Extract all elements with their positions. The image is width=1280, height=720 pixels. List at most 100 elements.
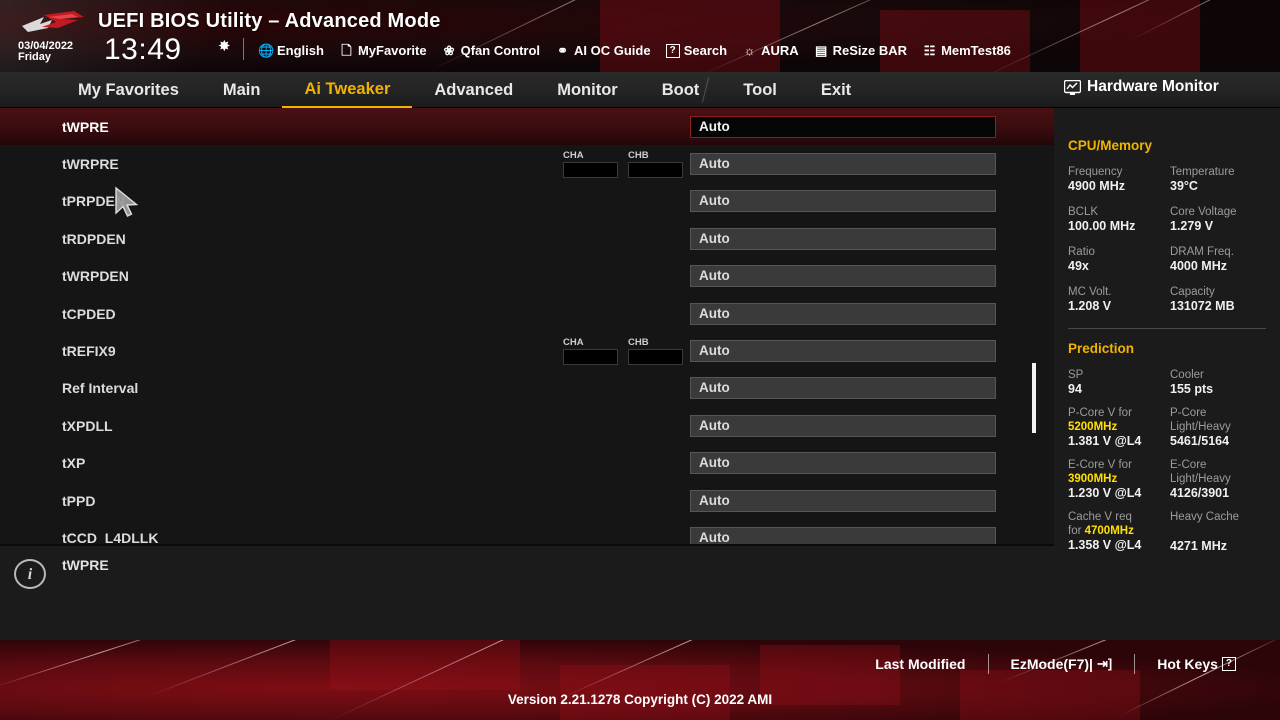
- setting-label: Ref Interval: [62, 380, 138, 396]
- gear-icon[interactable]: ✸: [218, 37, 231, 55]
- tab-main[interactable]: Main: [201, 72, 283, 108]
- setting-row[interactable]: tXP Auto: [0, 445, 1054, 482]
- hwm-key-dram-freq: DRAM Freq.: [1170, 245, 1266, 259]
- tab-monitor[interactable]: Monitor: [535, 72, 639, 108]
- setting-value-field[interactable]: Auto: [690, 153, 996, 175]
- version-text: Version 2.21.1278 Copyright (C) 2022 AMI: [0, 692, 1280, 707]
- tool-label: English: [277, 43, 324, 58]
- channel-b-cell: CHB: [628, 150, 683, 178]
- setting-value-field[interactable]: Auto: [690, 190, 996, 212]
- hwm-key-bclk: BCLK: [1068, 205, 1164, 219]
- setting-label: tWPRE: [62, 119, 109, 135]
- setting-row[interactable]: tWRPDENAuto: [0, 258, 1054, 295]
- hwm-key-cache-v: Cache V req: [1068, 510, 1164, 524]
- setting-value-field[interactable]: Auto: [690, 265, 996, 287]
- scrollbar-thumb[interactable]: [1032, 363, 1036, 433]
- bottom-bar: Last Modified EzMode(F7)| ⇥] Hot Keys ?: [0, 640, 1280, 720]
- setting-label: tXPDLL: [62, 418, 113, 434]
- tool-search[interactable]: ? Search: [666, 43, 727, 58]
- hwm-value-bclk: 100.00 MHz: [1068, 219, 1164, 234]
- setting-row[interactable]: tWRPRECHACHBAuto: [0, 145, 1054, 182]
- hwm-value-ecore-v: 1.230 V @L4: [1068, 486, 1164, 501]
- tool-english[interactable]: 🌐 English: [258, 43, 324, 58]
- setting-row[interactable]: tCCD_L4DLLKAuto: [0, 519, 1054, 544]
- hwm-key-ecore: E-Core: [1170, 458, 1266, 472]
- tab-advanced[interactable]: Advanced: [412, 72, 535, 108]
- tool-label: AURA: [761, 43, 799, 58]
- hwm-pair: Heavy Cache 4271 MHz: [1170, 510, 1266, 554]
- setting-row[interactable]: Ref Interval Auto: [0, 370, 1054, 407]
- top-header: UEFI BIOS Utility – Advanced Mode 03/04/…: [0, 0, 1280, 72]
- tab-my-favorites[interactable]: My Favorites: [56, 72, 201, 108]
- setting-value-field[interactable]: Auto: [690, 527, 996, 544]
- ezmode-button[interactable]: EzMode(F7)| ⇥]: [989, 656, 1135, 672]
- monitor-icon: [1064, 80, 1081, 95]
- tool-aura[interactable]: ☼ AURA: [742, 43, 799, 58]
- setting-value-field[interactable]: Auto: [690, 116, 996, 138]
- tool-myfavorite[interactable]: 🗋 MyFavorite: [339, 43, 427, 58]
- hwm-cpu-memory-grid: Frequency 4900 MHz Temperature 39°C BCLK…: [1068, 165, 1266, 314]
- setting-label: tXP: [62, 455, 85, 471]
- channel-group: CHA CHB: [563, 150, 683, 178]
- tool-ai-oc-guide[interactable]: ⚭ AI OC Guide: [555, 43, 651, 58]
- setting-label: tCPDED: [62, 306, 116, 322]
- channel-b-box[interactable]: [628, 162, 683, 178]
- tool-memtest86[interactable]: ☷ MemTest86: [922, 43, 1011, 58]
- hwm-value-heavy-cache: 4271 MHz: [1170, 539, 1266, 554]
- setting-value-field[interactable]: Auto: [690, 452, 996, 474]
- setting-value-field[interactable]: Auto: [690, 415, 996, 437]
- hwm-pair: MC Volt. 1.208 V: [1068, 285, 1164, 314]
- clock-value: 13:49: [104, 33, 182, 67]
- setting-label: tPPD: [62, 493, 95, 509]
- globe-icon: 🌐: [258, 43, 273, 58]
- setting-row[interactable]: tRDPDENAuto: [0, 220, 1054, 257]
- channel-a-cell: CHA: [563, 150, 618, 178]
- tab-tool[interactable]: Tool: [721, 72, 799, 108]
- tool-qfan-control[interactable]: ❀ Qfan Control: [442, 43, 540, 58]
- tab-boot[interactable]: Boot: [640, 72, 722, 108]
- hwm-key-cache-for: for 4700MHz: [1068, 524, 1164, 538]
- tool-resize-bar[interactable]: ▤ ReSize BAR: [814, 43, 907, 58]
- hwm-pair: Frequency 4900 MHz: [1068, 165, 1164, 194]
- hwm-value-ecore-lightheavy: 4126/3901: [1170, 486, 1266, 501]
- setting-value-field[interactable]: Auto: [690, 490, 996, 512]
- hwm-pair: E-Core V for 3900MHz 1.230 V @L4: [1068, 458, 1164, 501]
- setting-value-field[interactable]: Auto: [690, 303, 996, 325]
- hwm-divider: [1068, 328, 1266, 329]
- setting-value-field[interactable]: Auto: [690, 228, 996, 250]
- hwm-key-mc-volt: MC Volt.: [1068, 285, 1164, 299]
- hwm-pair: P-Core V for 5200MHz 1.381 V @L4: [1068, 406, 1164, 449]
- bios-screen: UEFI BIOS Utility – Advanced Mode 03/04/…: [0, 0, 1280, 720]
- hwm-pair: Capacity 131072 MB: [1170, 285, 1266, 314]
- setting-value-field[interactable]: Auto: [690, 377, 996, 399]
- setting-row[interactable]: tPPD Auto: [0, 482, 1054, 519]
- hwm-pair: DRAM Freq. 4000 MHz: [1170, 245, 1266, 274]
- tab-ai-tweaker[interactable]: Ai Tweaker: [282, 72, 412, 108]
- day-value: Friday: [18, 52, 73, 63]
- hwm-key-ecore-freq: 3900MHz: [1068, 472, 1164, 486]
- hwm-key-core-voltage: Core Voltage: [1170, 205, 1266, 219]
- setting-row[interactable]: tPRPDENAuto: [0, 183, 1054, 220]
- hotkeys-button[interactable]: Hot Keys ?: [1135, 656, 1258, 672]
- ram-stick-icon: ☷: [922, 43, 937, 58]
- hwm-value-dram-freq: 4000 MHz: [1170, 259, 1266, 274]
- hwm-pair: BCLK 100.00 MHz: [1068, 205, 1164, 234]
- setting-row[interactable]: tREFIX9CHACHBAuto: [0, 332, 1054, 369]
- hwm-cache-for-word: for: [1068, 525, 1081, 537]
- settings-list: tWPREAutotWRPRECHACHBAutotPRPDENAutotRDP…: [0, 108, 1054, 544]
- channel-a-label: CHA: [563, 337, 618, 348]
- hwm-value-sp: 94: [1068, 382, 1164, 397]
- setting-value-field[interactable]: Auto: [690, 340, 996, 362]
- channel-a-box[interactable]: [563, 162, 618, 178]
- hwm-key-capacity: Capacity: [1170, 285, 1266, 299]
- channel-b-box[interactable]: [628, 349, 683, 365]
- setting-row[interactable]: tXPDLL Auto: [0, 407, 1054, 444]
- scrollbar-track[interactable]: [1032, 110, 1036, 542]
- channel-b-label: CHB: [628, 150, 683, 161]
- last-modified-button[interactable]: Last Modified: [853, 656, 987, 672]
- setting-row[interactable]: tCPDED Auto: [0, 295, 1054, 332]
- channel-a-box[interactable]: [563, 349, 618, 365]
- tool-label: ReSize BAR: [833, 43, 907, 58]
- setting-row[interactable]: tWPRE Auto: [0, 108, 1054, 145]
- tab-exit[interactable]: Exit: [799, 72, 873, 108]
